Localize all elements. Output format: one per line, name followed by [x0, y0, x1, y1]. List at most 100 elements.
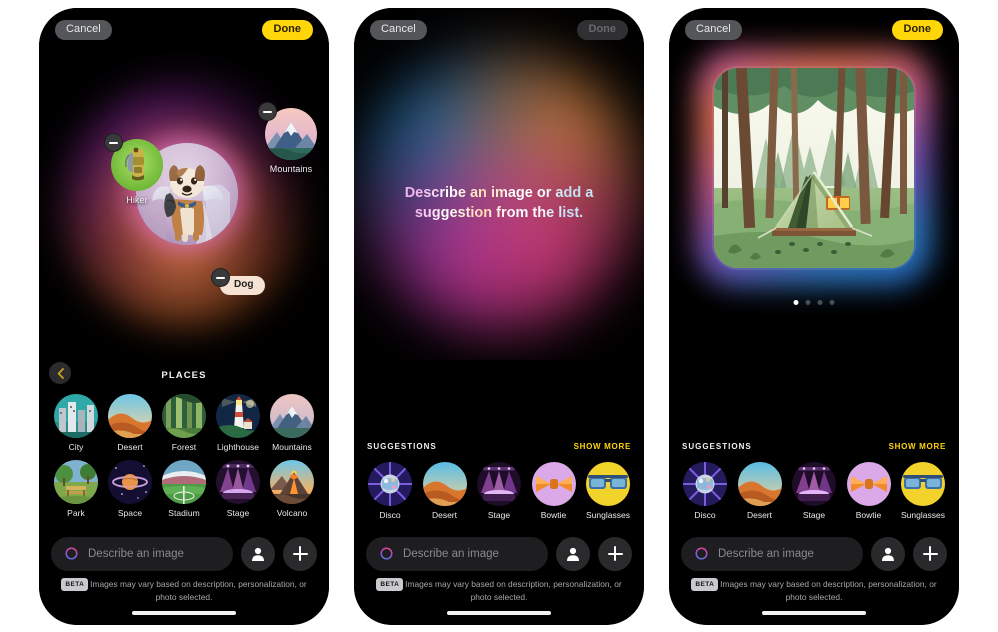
- page-indicator[interactable]: [793, 300, 835, 305]
- place-thumb: [162, 394, 206, 438]
- done-button[interactable]: Done: [891, 20, 943, 40]
- describe-input[interactable]: Describe an image: [681, 536, 863, 571]
- concept-label: Mountains: [269, 164, 313, 174]
- suggestion-item-desert[interactable]: Desert: [422, 462, 468, 520]
- suggestions-title: SUGGESTIONS: [682, 441, 752, 451]
- place-thumb: [108, 460, 152, 504]
- suggestion-item-stage[interactable]: Stage: [476, 462, 522, 520]
- place-label: Space: [117, 508, 143, 518]
- place-label: Mountains: [272, 442, 312, 452]
- suggestion-thumb: [901, 462, 945, 506]
- place-thumb: [216, 394, 260, 438]
- image-playground-icon: [380, 547, 393, 560]
- generated-image-card[interactable]: [696, 50, 932, 286]
- place-item-park[interactable]: Park: [51, 460, 101, 518]
- volcano-illustration: [270, 460, 314, 504]
- composer: Describe an image BETA Images may vary b…: [669, 536, 959, 625]
- place-item-space[interactable]: Space: [105, 460, 155, 518]
- person-button[interactable]: [871, 536, 905, 571]
- result-canvas: [669, 8, 959, 360]
- person-button[interactable]: [241, 536, 275, 571]
- place-label: Desert: [117, 442, 143, 452]
- suggestion-item-disco[interactable]: Disco: [367, 462, 413, 520]
- suggestion-label: Desert: [746, 510, 773, 520]
- concept-thumb-mountains[interactable]: Mountains: [258, 102, 317, 174]
- remove-concept-button[interactable]: [211, 268, 230, 287]
- add-button[interactable]: [598, 536, 632, 571]
- concept-canvas[interactable]: Hiker Mountains Dog: [39, 8, 329, 360]
- generated-image[interactable]: [712, 66, 916, 270]
- remove-concept-button[interactable]: [258, 102, 277, 121]
- bowtie-illustration: [531, 462, 576, 506]
- show-more-button[interactable]: SHOW MORE: [889, 442, 946, 451]
- place-thumb: [270, 394, 314, 438]
- describe-input[interactable]: Describe an image: [366, 536, 548, 571]
- place-item-city[interactable]: City: [51, 394, 101, 452]
- navbar: Cancel Done: [669, 8, 959, 52]
- city-illustration: [54, 394, 98, 438]
- disco-illustration: [368, 462, 412, 506]
- page-dot[interactable]: [793, 300, 799, 305]
- image-playground-icon: [695, 547, 708, 560]
- suggestion-item-desert[interactable]: Desert: [737, 462, 783, 520]
- person-icon: [882, 547, 894, 561]
- page-dot[interactable]: [829, 300, 835, 305]
- suggestion-item-disco[interactable]: Disco: [682, 462, 728, 520]
- suggestion-thumb: [477, 462, 521, 506]
- person-icon: [252, 547, 264, 561]
- forest-illustration: [162, 394, 206, 438]
- screenshot-stage: Cancel Done Hiker Mountains Dog PLACES C…: [0, 0, 998, 632]
- concept-chip-dog[interactable]: Dog: [211, 268, 266, 295]
- page-dot[interactable]: [805, 300, 811, 305]
- place-item-stage[interactable]: Stage: [213, 460, 263, 518]
- suggestions-title: SUGGESTIONS: [367, 441, 437, 451]
- places-panel: PLACES City Desert Forest Lighthouse Mou…: [39, 360, 329, 625]
- stage-illustration: [477, 462, 521, 506]
- place-item-lighthouse[interactable]: Lighthouse: [213, 394, 263, 452]
- suggestion-item-bowtie[interactable]: Bowtie: [531, 462, 577, 520]
- suggestion-item-sunglasses[interactable]: Sunglasses: [585, 462, 631, 520]
- person-button[interactable]: [556, 536, 590, 571]
- place-label: Stadium: [168, 508, 200, 518]
- suggestion-thumb: [422, 462, 467, 506]
- disclaimer: BETA Images may vary based on description…: [681, 578, 947, 603]
- page-dot[interactable]: [817, 300, 823, 305]
- composer-row: Describe an image: [366, 536, 632, 571]
- cancel-button[interactable]: Cancel: [55, 20, 112, 40]
- suggestion-item-stage[interactable]: Stage: [791, 462, 837, 520]
- phone-1-screen: Cancel Done Hiker Mountains Dog PLACES C…: [39, 8, 329, 625]
- remove-concept-button[interactable]: [104, 133, 123, 152]
- show-more-button[interactable]: SHOW MORE: [574, 442, 631, 451]
- done-button[interactable]: Done: [261, 20, 313, 40]
- minus-icon: [216, 276, 225, 279]
- cancel-button[interactable]: Cancel: [685, 20, 742, 40]
- add-button[interactable]: [283, 536, 317, 571]
- place-item-volcano[interactable]: Volcano: [267, 460, 317, 518]
- desert-illustration: [108, 394, 152, 438]
- person-icon: [567, 547, 579, 561]
- tent-in-forest-illustration: [714, 68, 914, 268]
- suggestion-item-bowtie[interactable]: Bowtie: [846, 462, 892, 520]
- concept-thumb-hiker[interactable]: Hiker: [104, 133, 163, 205]
- suggestion-label: Stage: [487, 510, 511, 520]
- done-button: Done: [576, 20, 628, 40]
- back-button[interactable]: [49, 362, 71, 384]
- suggestions-header: SUGGESTIONS SHOW MORE: [354, 438, 644, 454]
- places-header: PLACES: [39, 360, 329, 390]
- place-item-mountains[interactable]: Mountains: [267, 394, 317, 452]
- prompt-hint-text: Describe an image or add a suggestion fr…: [394, 183, 604, 223]
- place-item-stadium[interactable]: Stadium: [159, 460, 209, 518]
- describe-input-placeholder: Describe an image: [88, 547, 184, 560]
- desert-illustration: [422, 462, 467, 506]
- describe-input[interactable]: Describe an image: [51, 536, 233, 571]
- cancel-button[interactable]: Cancel: [370, 20, 427, 40]
- disclaimer: BETA Images may vary based on description…: [366, 578, 632, 603]
- add-button[interactable]: [913, 536, 947, 571]
- mountains-illustration: [270, 394, 314, 438]
- suggestion-thumb: [531, 462, 576, 506]
- suggestion-thumb: [586, 462, 630, 506]
- place-item-forest[interactable]: Forest: [159, 394, 209, 452]
- place-label: Lighthouse: [216, 442, 260, 452]
- suggestion-item-sunglasses[interactable]: Sunglasses: [900, 462, 946, 520]
- place-item-desert[interactable]: Desert: [105, 394, 155, 452]
